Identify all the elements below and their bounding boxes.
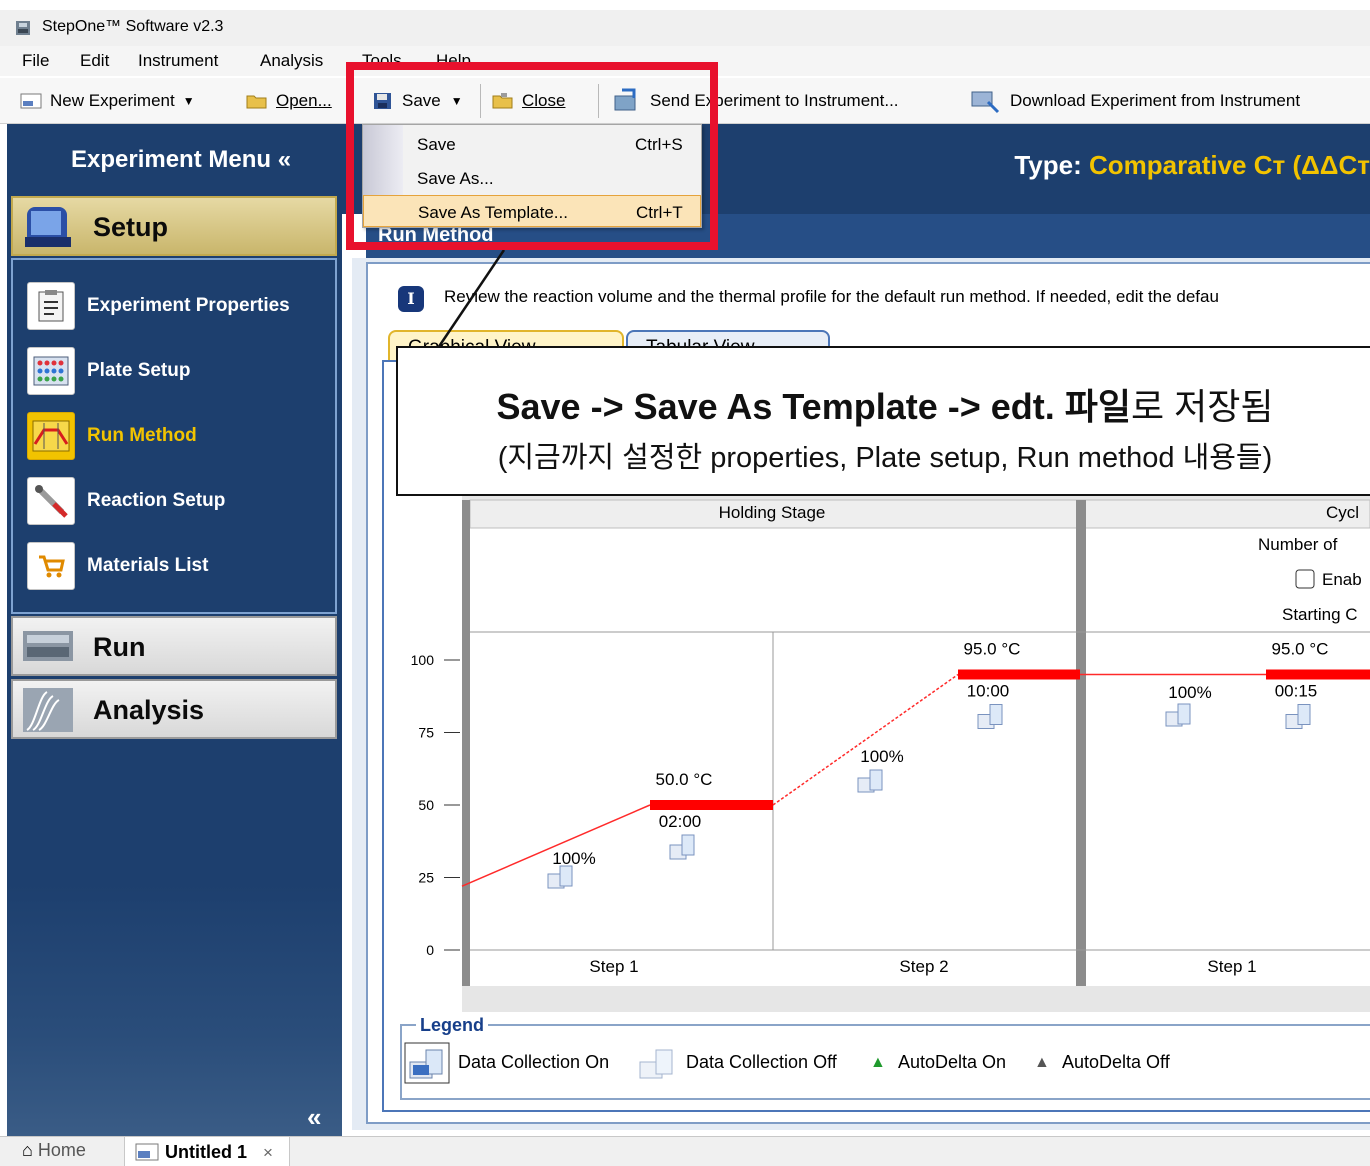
setup-section[interactable]: Setup xyxy=(11,196,337,256)
sidebar-item-plate-setup[interactable]: Plate Setup xyxy=(27,347,190,395)
legend-item-data-collection-on: Data Collection On xyxy=(458,1052,610,1072)
title-bar: StepOne™ Software v2.3 xyxy=(0,10,1370,46)
download-label: Download Experiment from Instrument xyxy=(1010,91,1301,110)
collapse-panel-icon[interactable]: « xyxy=(307,1102,321,1133)
run-section[interactable]: Run xyxy=(11,616,337,676)
run-instrument-icon xyxy=(23,631,73,661)
sidebar-item-label: Plate Setup xyxy=(87,360,191,381)
sidebar-item-materials-list[interactable]: Materials List xyxy=(27,542,208,590)
sidebar-item-label: Experiment Properties xyxy=(87,295,290,316)
folder-icon xyxy=(246,95,267,109)
experiment-type: Type: Comparative Cт (ΔΔCт xyxy=(1014,150,1370,181)
analysis-label: Analysis xyxy=(93,695,205,725)
data-collection-on-legend xyxy=(404,1042,450,1089)
setup-label: Setup xyxy=(93,212,169,242)
thermal-profile-chart xyxy=(462,496,1370,1012)
sidebar-item-label: Materials List xyxy=(87,555,209,576)
analysis-plot-icon xyxy=(23,688,73,732)
legend-title: Legend xyxy=(416,1015,489,1036)
analysis-section[interactable]: Analysis xyxy=(11,679,337,739)
legend-item-autodelta-on: AutoDelta On xyxy=(898,1052,1007,1072)
annotation-bold-text: Save -> Save As Template -> edt. 파일 xyxy=(496,386,1132,427)
menu-analysis[interactable]: Analysis xyxy=(260,51,323,71)
run-method-icon xyxy=(27,412,75,460)
pipette-icon xyxy=(27,477,75,525)
open-label: Open... xyxy=(276,91,332,110)
sidebar-item-label: Run Method xyxy=(87,425,197,446)
download-from-instrument-button[interactable]: Download Experiment from Instrument xyxy=(970,78,1300,124)
home-label: Home xyxy=(37,1140,86,1160)
new-experiment-label: New Experiment xyxy=(50,91,175,110)
experiment-menu-label: Experiment Menu xyxy=(71,146,272,173)
download-instrument-icon xyxy=(971,91,1000,114)
open-button[interactable]: Open... xyxy=(246,78,332,124)
home-icon: ⌂ xyxy=(22,1140,33,1160)
legend-item-autodelta-off: AutoDelta Off xyxy=(1062,1052,1170,1072)
chevron-down-icon: ▼ xyxy=(182,94,195,108)
instrument-background-image xyxy=(7,884,342,1136)
run-label: Run xyxy=(93,632,146,662)
data-collection-on-icon xyxy=(404,1042,450,1084)
experiment-menu-title: Experiment Menu « xyxy=(71,146,291,174)
setup-instrument-icon xyxy=(25,207,71,247)
new-experiment-button[interactable]: New Experiment ▼ xyxy=(20,78,195,124)
app-icon xyxy=(16,21,30,35)
autodelta-on-icon: ▲ xyxy=(870,1054,886,1071)
menu-file[interactable]: File xyxy=(22,51,49,71)
annotation-callout: Save -> Save As Template -> edt. 파일로 저장됨… xyxy=(396,346,1370,496)
annotation-line-1: Save -> Save As Template -> edt. 파일로 저장됨 xyxy=(398,378,1370,430)
untitled-label: Untitled 1 xyxy=(165,1142,248,1162)
info-text: Review the reaction volume and the therm… xyxy=(444,287,1219,306)
sidebar-item-label: Reaction Setup xyxy=(87,490,226,511)
type-label: Type: xyxy=(1014,150,1082,180)
plate-icon xyxy=(27,347,75,395)
setup-submenu: Experiment Properties Plate Setup Run Me… xyxy=(11,258,337,614)
legend-item-data-collection-off: Data Collection Off xyxy=(686,1052,837,1072)
highlight-box xyxy=(346,62,718,250)
new-experiment-icon xyxy=(20,93,42,109)
sidebar-item-run-method[interactable]: Run Method xyxy=(27,412,197,460)
experiment-menu-panel: Experiment Menu « Setup Experiment Prope… xyxy=(7,124,342,1136)
close-tab-icon[interactable]: × xyxy=(263,1143,273,1163)
window-title: StepOne™ Software v2.3 xyxy=(42,18,224,35)
annotation-line-2: (지금까지 설정한 properties, Plate setup, Run m… xyxy=(497,442,1273,474)
collapse-menu-icon[interactable]: « xyxy=(278,146,291,173)
menu-edit[interactable]: Edit xyxy=(80,51,109,71)
home-tab[interactable]: ⌂ Home xyxy=(22,1140,86,1161)
sidebar-item-experiment-properties[interactable]: Experiment Properties xyxy=(27,282,290,330)
annotation-rest-text: 로 저장됨 xyxy=(1131,386,1274,427)
autodelta-off-icon: ▲ xyxy=(1034,1054,1050,1071)
type-value: Comparative Cт (ΔΔCт xyxy=(1089,150,1370,180)
sidebar-item-reaction-setup[interactable]: Reaction Setup xyxy=(27,477,225,525)
data-collection-off-icon xyxy=(639,1049,673,1079)
clipboard-icon xyxy=(27,282,75,330)
info-icon: I xyxy=(398,286,424,312)
untitled-tab[interactable]: Untitled 1 × xyxy=(124,1136,290,1166)
experiment-file-icon xyxy=(135,1143,159,1161)
menu-instrument[interactable]: Instrument xyxy=(138,51,218,71)
cart-icon xyxy=(27,542,75,590)
